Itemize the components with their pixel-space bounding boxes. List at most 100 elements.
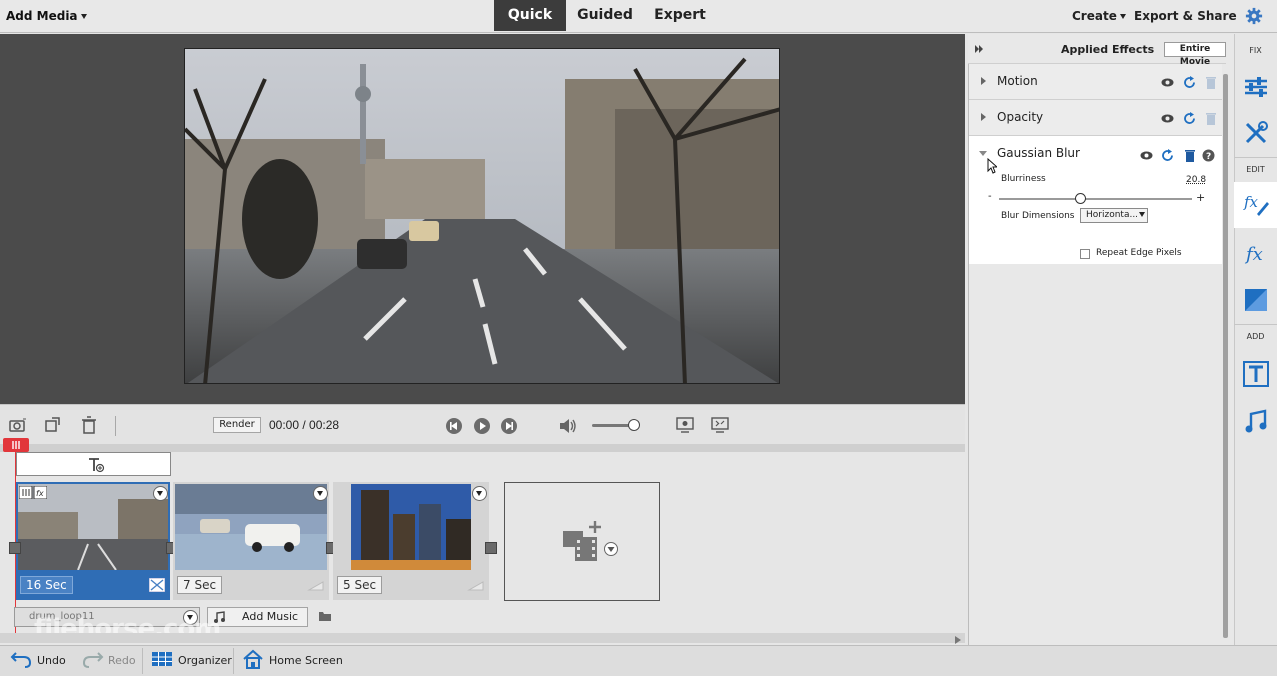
repeat-edge-checkbox[interactable]	[1080, 249, 1090, 259]
title-icon[interactable]	[1243, 361, 1269, 387]
home-screen-button[interactable]: Home Screen	[269, 654, 343, 667]
clip-menu-button[interactable]	[313, 486, 328, 501]
add-clip-icon[interactable]	[561, 519, 621, 563]
eye-icon[interactable]	[1161, 78, 1174, 87]
reset-icon[interactable]	[1183, 76, 1196, 89]
skip-back-icon[interactable]	[445, 417, 463, 435]
text-track[interactable]	[16, 452, 171, 476]
home-icon[interactable]	[242, 648, 264, 670]
reset-icon[interactable]	[1183, 112, 1196, 125]
add-media-menu[interactable]: Add Media	[6, 9, 87, 23]
video-clip-2[interactable]: 7 Sec	[173, 482, 329, 600]
video-preview-frame[interactable]	[184, 48, 780, 384]
transition-panel-icon[interactable]	[1243, 287, 1269, 313]
divider	[142, 648, 143, 674]
timeline-scrollbar[interactable]	[0, 633, 965, 643]
panel-scrollbar[interactable]	[1223, 74, 1228, 638]
entire-movie-button[interactable]: Entire Movie	[1164, 42, 1226, 67]
svg-text:fx: fx	[1243, 193, 1259, 211]
effect-row-motion[interactable]: Motion	[969, 64, 1222, 100]
expand-arrow-icon[interactable]	[981, 113, 986, 121]
skip-forward-icon[interactable]	[500, 417, 518, 435]
add-media-drop-zone[interactable]	[504, 482, 660, 601]
blurriness-value[interactable]: 20.8	[1186, 175, 1206, 185]
mouse-cursor-icon	[987, 158, 997, 174]
create-label: Create	[1072, 9, 1117, 23]
chevron-down-icon	[317, 491, 323, 496]
folder-icon[interactable]	[318, 610, 332, 622]
organizer-button[interactable]: Organizer	[178, 654, 232, 667]
effect-name: Gaussian Blur	[997, 146, 1080, 160]
blurriness-slider-track[interactable]	[999, 198, 1192, 200]
toolbar-separator	[1234, 157, 1277, 158]
undo-button[interactable]: Undo	[37, 654, 66, 667]
playhead[interactable]	[3, 438, 29, 452]
video-clip-1[interactable]: fx 16 Sec	[16, 482, 170, 600]
mode-tab-expert[interactable]: Expert	[646, 0, 714, 31]
fx-edit-icon[interactable]: fx	[1243, 190, 1269, 216]
export-share-menu[interactable]: Export & Share	[1134, 9, 1237, 23]
delete-icon[interactable]	[1205, 76, 1217, 89]
monitor-settings-icon[interactable]	[675, 416, 695, 434]
mode-tab-quick[interactable]: Quick	[494, 0, 566, 31]
clip-trim-handle[interactable]	[9, 542, 21, 554]
clip-duration[interactable]: 7 Sec	[177, 576, 223, 594]
redo-button[interactable]: Redo	[108, 654, 136, 667]
add-text-icon[interactable]	[87, 457, 105, 473]
reset-icon[interactable]	[1161, 149, 1174, 162]
expand-arrow-icon[interactable]	[981, 77, 986, 85]
mode-tab-guided[interactable]: Guided	[570, 0, 640, 31]
transition-icon[interactable]	[467, 578, 485, 592]
fx-icon[interactable]: fx	[1243, 240, 1269, 266]
camera-icon[interactable]	[9, 416, 27, 434]
transition-icon[interactable]	[307, 578, 325, 592]
clip-menu-button[interactable]	[153, 486, 168, 501]
create-menu[interactable]: Create	[1072, 9, 1126, 23]
volume-slider-handle[interactable]	[628, 419, 640, 431]
scroll-right-arrow-icon[interactable]	[954, 634, 962, 644]
section-label-add: ADD	[1246, 332, 1265, 341]
collapse-arrow-icon[interactable]	[979, 151, 987, 156]
trash-icon[interactable]	[80, 416, 98, 434]
clip-duration[interactable]: 5 Sec	[337, 576, 383, 594]
add-music-button[interactable]: Add Music	[207, 607, 308, 627]
slider-min-label: -	[988, 191, 992, 202]
render-button[interactable]: Render	[213, 417, 261, 433]
adjust-icon[interactable]	[1243, 74, 1269, 100]
gear-icon[interactable]	[1245, 7, 1263, 25]
blurriness-slider-handle[interactable]	[1075, 193, 1087, 204]
timeline-ruler[interactable]	[0, 444, 965, 452]
clip-menu-button[interactable]	[472, 486, 487, 501]
blurriness-label: Blurriness	[1001, 174, 1046, 184]
clip-duration[interactable]: 16 Sec	[20, 576, 73, 594]
video-clip-3[interactable]: 5 Sec	[333, 482, 489, 600]
section-label-edit: EDIT	[1246, 165, 1265, 174]
divider	[233, 648, 234, 674]
effect-row-opacity[interactable]: Opacity	[969, 100, 1222, 136]
chevron-down-icon	[80, 14, 87, 19]
undo-icon[interactable]	[10, 649, 32, 669]
rotate-icon[interactable]	[44, 416, 62, 434]
delete-icon[interactable]	[1205, 112, 1217, 125]
play-icon[interactable]	[473, 417, 491, 435]
skyscraper-thumbnail-image	[351, 484, 471, 570]
delete-icon[interactable]	[1184, 149, 1196, 162]
clip-effects-badge-icon: fx	[19, 486, 47, 499]
volume-icon[interactable]	[558, 417, 578, 435]
chevron-down-icon	[1119, 14, 1126, 19]
music-icon[interactable]	[1243, 409, 1269, 435]
eye-icon[interactable]	[1140, 151, 1153, 160]
collapse-panel-icon[interactable]	[975, 45, 984, 53]
eye-icon[interactable]	[1161, 114, 1174, 123]
blur-dimensions-dropdown[interactable]: Horizonta...	[1080, 208, 1148, 223]
transition-icon[interactable]	[149, 578, 165, 592]
help-icon[interactable]: ?	[1202, 149, 1215, 162]
svg-text:fx: fx	[36, 489, 44, 498]
clip-trim-handle[interactable]	[485, 542, 497, 554]
tools-icon[interactable]	[1243, 120, 1269, 146]
fullscreen-icon[interactable]	[710, 416, 730, 434]
chevron-down-icon	[1139, 212, 1146, 217]
redo-icon[interactable]	[82, 649, 104, 669]
section-label-fix: FIX	[1249, 46, 1262, 55]
organizer-icon[interactable]	[151, 651, 173, 667]
